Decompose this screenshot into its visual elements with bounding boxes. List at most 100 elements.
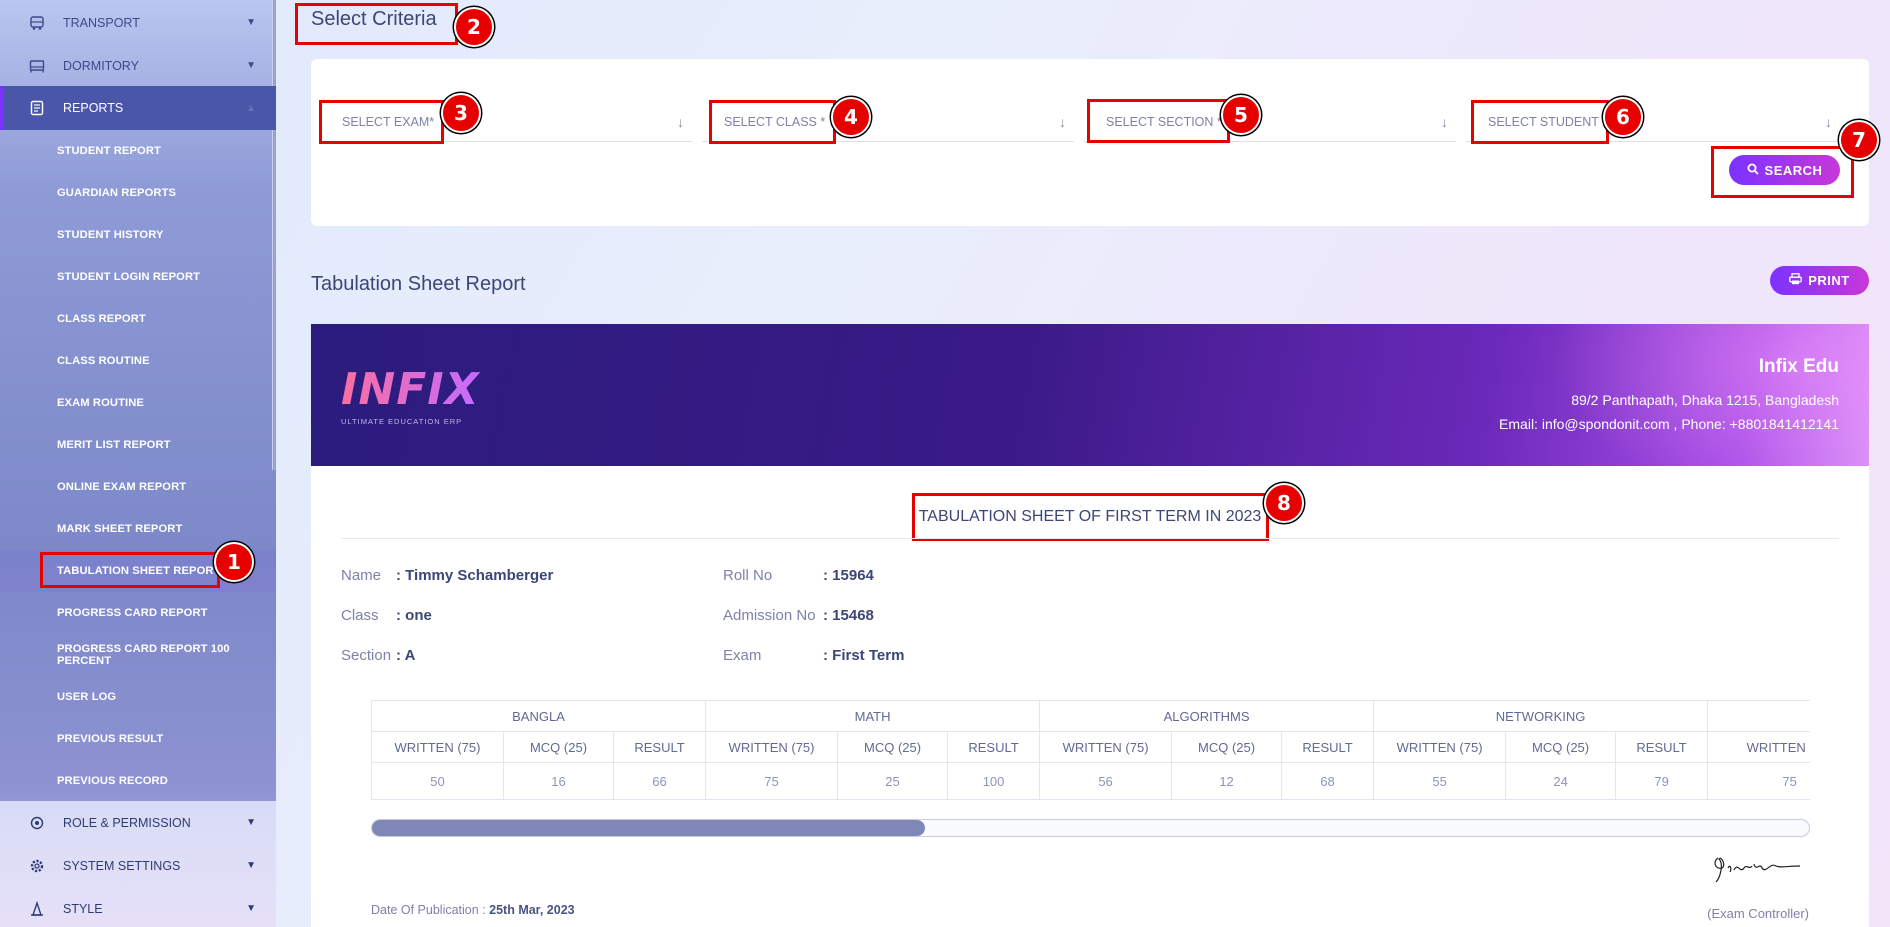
- mark-cell: 100: [947, 762, 1041, 800]
- roll-value: : 15964: [823, 567, 874, 584]
- tabulation-table-container[interactable]: BANGLA MATH ALGORITHMS NETWORKING WRITTE…: [371, 700, 1810, 800]
- report-icon: [28, 99, 46, 117]
- annotation-box-1: [40, 552, 220, 588]
- chevron-down-icon: ▼: [246, 860, 256, 871]
- print-button-label: PRINT: [1808, 273, 1850, 288]
- arrow-down-icon: ↓: [1059, 113, 1066, 130]
- sidebar-item-system-settings[interactable]: SYSTEM SETTINGS ▼: [0, 844, 276, 887]
- annotation-badge-3: 3: [441, 93, 481, 133]
- sidebar-subitem-previous-result[interactable]: PREVIOUS RESULT: [57, 718, 163, 760]
- sidebar-subitem-student-report[interactable]: STUDENT REPORT: [57, 130, 161, 172]
- school-address: 89/2 Panthapath, Dhaka 1215, Bangladesh: [1571, 392, 1839, 408]
- annotation-box-2: [295, 3, 458, 45]
- signature-image: [1710, 848, 1805, 893]
- sidebar-subitem-mark-sheet-report[interactable]: MARK SHEET REPORT: [57, 508, 182, 550]
- scrollbar-thumb[interactable]: [372, 820, 925, 836]
- subject-header: BANGLA: [371, 700, 707, 732]
- annotation-box-7: [1711, 146, 1854, 198]
- column-header: RESULT: [1281, 731, 1375, 763]
- subject-header-row: BANGLA MATH ALGORITHMS NETWORKING: [371, 700, 1810, 732]
- annotation-box-3: [319, 100, 444, 144]
- column-header: WRITTEN (75): [371, 731, 504, 763]
- chevron-down-icon: ▼: [246, 17, 256, 28]
- sidebar-item-label: SYSTEM SETTINGS: [63, 858, 181, 873]
- publication-label: Date Of Publication :: [371, 903, 486, 917]
- column-header: WRITTEN (75): [1039, 731, 1173, 763]
- column-header: WRITTEN (75): [1373, 731, 1507, 763]
- gear-icon: [28, 857, 46, 875]
- column-header: RESULT: [947, 731, 1041, 763]
- sidebar-item-label: REPORTS: [63, 101, 124, 115]
- admission-value: : 15468: [823, 607, 874, 624]
- sidebar-bottom-section: ROLE & PERMISSION ▼ SYSTEM SETTINGS ▼ ST…: [0, 801, 276, 927]
- table-horizontal-scrollbar[interactable]: [371, 819, 1810, 837]
- infix-logo: INFIX ULTIMATE EDUCATION ERP: [341, 364, 480, 426]
- section-label: Section: [341, 647, 392, 664]
- sidebar-item-dormitory[interactable]: DORMITORY ▼: [0, 44, 276, 87]
- column-header: WRITTEN (75): [1707, 731, 1810, 763]
- annotation-box-5: [1087, 99, 1230, 143]
- arrow-down-icon: ↓: [677, 113, 684, 130]
- sidebar-subitem-online-exam-report[interactable]: ONLINE EXAM REPORT: [57, 466, 186, 508]
- style-icon: [28, 900, 46, 918]
- sidebar-item-style[interactable]: STYLE ▼: [0, 887, 276, 927]
- sidebar-subitem-student-history[interactable]: STUDENT HISTORY: [57, 214, 164, 256]
- sidebar-subitem-class-routine[interactable]: CLASS ROUTINE: [57, 340, 150, 382]
- annotation-box-8: [912, 493, 1269, 541]
- mark-cell: 55: [1373, 762, 1507, 800]
- annotation-box-6: [1471, 100, 1609, 144]
- sidebar-subitem-exam-routine[interactable]: EXAM ROUTINE: [57, 382, 144, 424]
- bus-icon: [28, 14, 46, 32]
- column-header: RESULT: [612, 731, 707, 763]
- sidebar-subitem-progress-card-report[interactable]: PROGRESS CARD REPORT: [57, 592, 208, 634]
- sidebar-subitem-guardian-reports[interactable]: GUARDIAN REPORTS: [57, 172, 176, 214]
- annotation-badge-1: 1: [214, 542, 254, 582]
- sidebar-subitem-class-report[interactable]: CLASS REPORT: [57, 298, 146, 340]
- column-header-row: WRITTEN (75) MCQ (25) RESULT WRITTEN (75…: [371, 731, 1810, 763]
- chevron-down-icon: ▼: [246, 903, 256, 914]
- publication-value: 25th Mar, 2023: [489, 903, 575, 917]
- mark-cell: 66: [612, 762, 707, 800]
- logo-tagline: ULTIMATE EDUCATION ERP: [341, 417, 463, 426]
- chevron-up-icon: ▲: [246, 102, 256, 114]
- sidebar-subitem-previous-record[interactable]: PREVIOUS RECORD: [57, 760, 168, 802]
- arrow-down-icon: ↓: [1441, 113, 1448, 130]
- column-header: MCQ (25): [837, 731, 949, 763]
- print-button[interactable]: PRINT: [1770, 266, 1869, 295]
- sidebar-subitem-progress-card-report-100[interactable]: PROGRESS CARD REPORT 100 PERCENT: [57, 634, 276, 676]
- class-value: : one: [396, 607, 432, 624]
- report-banner: INFIX ULTIMATE EDUCATION ERP Infix Edu 8…: [311, 324, 1869, 466]
- tabulation-table: BANGLA MATH ALGORITHMS NETWORKING WRITTE…: [371, 700, 1810, 800]
- annotation-badge-6: 6: [1603, 97, 1643, 137]
- chevron-down-icon: ▼: [246, 817, 256, 828]
- print-icon: [1789, 273, 1803, 288]
- column-header: WRITTEN (75): [705, 731, 839, 763]
- exam-label: Exam: [723, 647, 762, 664]
- annotation-badge-4: 4: [831, 97, 871, 137]
- column-header: MCQ (25): [503, 731, 614, 763]
- mark-cell: 12: [1171, 762, 1283, 800]
- annotation-box-4: [709, 100, 836, 144]
- annotation-badge-2: 2: [454, 7, 494, 47]
- mark-cell: 50: [371, 762, 504, 800]
- annotation-badge-8: 8: [1264, 483, 1304, 523]
- admission-label: Admission No: [723, 607, 816, 624]
- mark-cell: 75: [705, 762, 839, 800]
- sidebar-item-reports[interactable]: REPORTS ▲: [0, 86, 276, 130]
- exam-value: : First Term: [823, 647, 905, 664]
- bed-icon: [28, 57, 46, 75]
- sidebar-item-transport[interactable]: TRANSPORT ▼: [0, 1, 276, 44]
- mark-cell: 79: [1615, 762, 1709, 800]
- annotation-badge-5: 5: [1221, 95, 1261, 135]
- column-header: MCQ (25): [1505, 731, 1617, 763]
- sidebar-item-role-permission[interactable]: ROLE & PERMISSION ▼: [0, 801, 276, 844]
- sidebar-subitem-merit-list-report[interactable]: MERIT LIST REPORT: [57, 424, 171, 466]
- sidebar-item-label: STYLE: [63, 901, 103, 916]
- report-title: Tabulation Sheet Report: [311, 273, 526, 295]
- sidebar-subitem-student-login-report[interactable]: STUDENT LOGIN REPORT: [57, 256, 200, 298]
- mark-cell: 25: [837, 762, 949, 800]
- sidebar-subitem-user-log[interactable]: USER LOG: [57, 676, 116, 718]
- chevron-down-icon: ▼: [246, 60, 256, 71]
- sidebar: TRANSPORT ▼ DORMITORY ▼ REPORTS ▲ STUDEN…: [0, 0, 276, 927]
- class-label: Class: [341, 607, 379, 624]
